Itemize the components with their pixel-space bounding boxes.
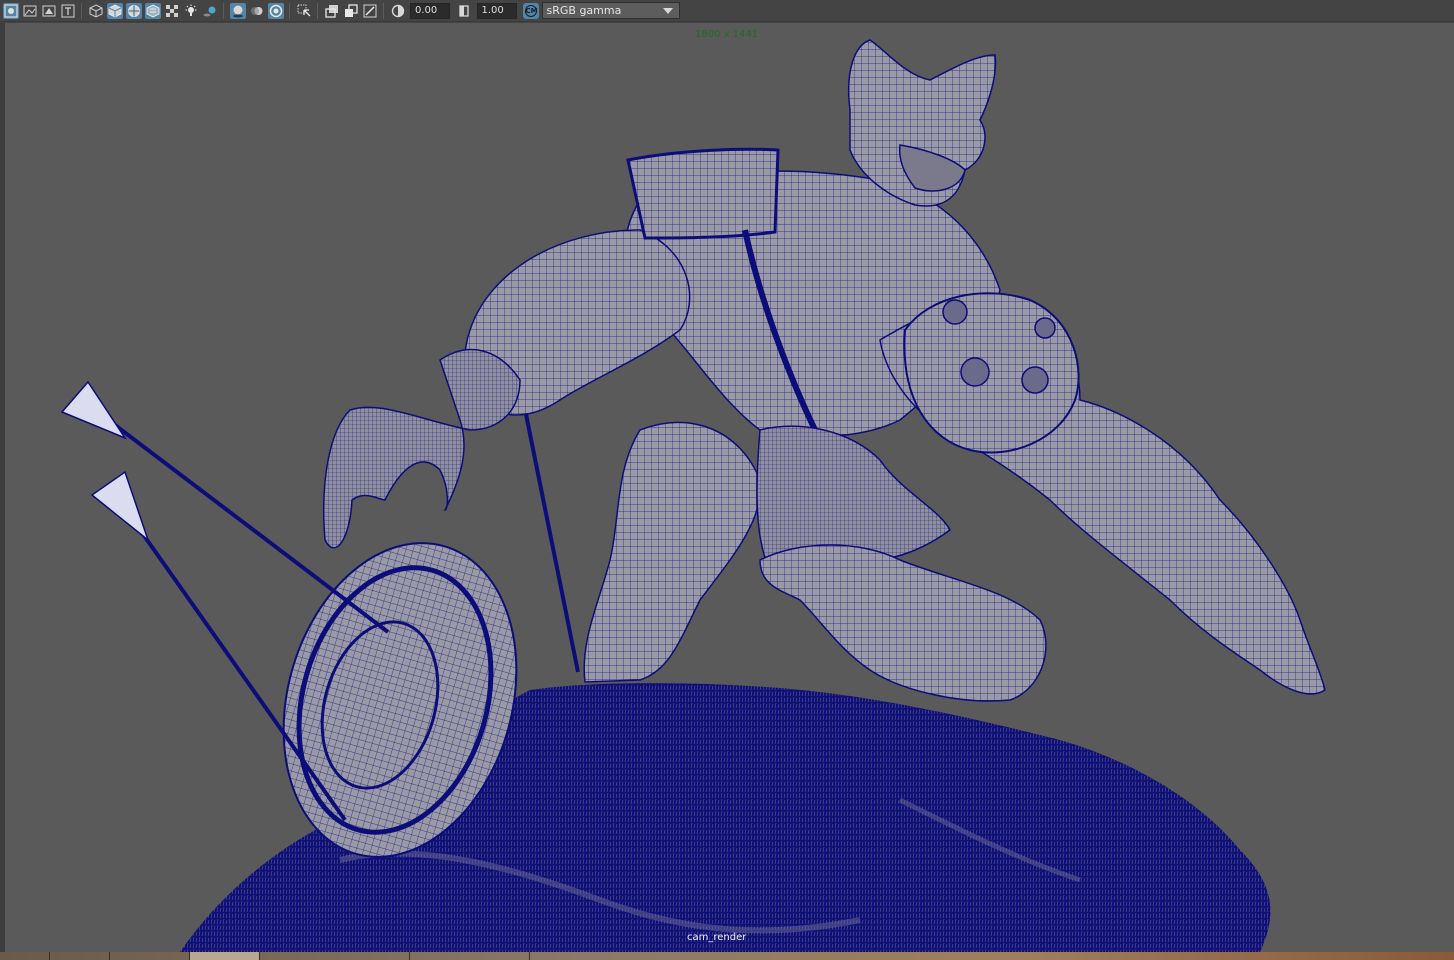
color-space-value: sRGB gamma xyxy=(546,4,622,17)
color-space-dropdown[interactable]: sRGB gamma xyxy=(541,2,680,19)
taskbar-item[interactable] xyxy=(410,952,530,960)
shadow-icon[interactable] xyxy=(202,3,218,19)
color-management-icon[interactable]: CM xyxy=(522,2,539,19)
screen-space-ao-icon[interactable] xyxy=(229,2,246,19)
wireframe-on-shaded-icon[interactable] xyxy=(125,2,142,19)
exposure-icon[interactable] xyxy=(390,3,406,19)
checker-icon[interactable] xyxy=(164,3,180,19)
motion-blur-icon[interactable] xyxy=(249,3,265,19)
textured-cube-icon[interactable] xyxy=(144,2,161,19)
toolbar-separator xyxy=(289,2,290,19)
bookmark-icon[interactable] xyxy=(41,3,57,19)
camera-name-label: cam_render xyxy=(687,932,747,943)
toolbar-separator xyxy=(223,2,224,19)
camera-attributes-icon[interactable] xyxy=(2,2,19,19)
toolbar-separator xyxy=(383,2,384,19)
isolate-select-icon[interactable] xyxy=(296,3,312,19)
taskbar-item[interactable] xyxy=(50,952,110,960)
toolbar-separator xyxy=(317,2,318,19)
text-icon[interactable] xyxy=(60,3,76,19)
xray-components-icon[interactable] xyxy=(362,3,378,19)
taskbar-item[interactable] xyxy=(110,952,190,960)
smooth-shade-cube-icon[interactable] xyxy=(106,2,123,19)
image-plane-icon[interactable] xyxy=(22,3,38,19)
xray-joints-icon[interactable] xyxy=(343,3,359,19)
gamma-icon[interactable] xyxy=(456,3,472,19)
wireframe-cube-icon[interactable] xyxy=(88,3,104,19)
viewport-scene xyxy=(60,39,1326,952)
os-taskbar-strip xyxy=(0,952,1454,960)
resolution-gate-label: 1800 x 1441 xyxy=(695,29,759,40)
taskbar-item[interactable] xyxy=(190,952,260,960)
gamma-field[interactable]: 1.00 xyxy=(476,2,517,19)
taskbar-item[interactable] xyxy=(260,952,410,960)
taskbar-item[interactable] xyxy=(0,952,50,960)
exposure-field[interactable]: 0.00 xyxy=(410,2,450,19)
anti-alias-icon[interactable] xyxy=(267,2,284,19)
viewport-toolbar-buttons: 0.00 1.00 CM sRGB gamma xyxy=(1,0,680,22)
xray-icon[interactable] xyxy=(324,3,340,19)
chevron-down-icon xyxy=(662,8,673,14)
toolbar-separator xyxy=(81,2,82,19)
light-icon[interactable] xyxy=(183,3,199,19)
viewport-toolbar: 0.00 1.00 CM sRGB gamma xyxy=(0,0,1454,22)
